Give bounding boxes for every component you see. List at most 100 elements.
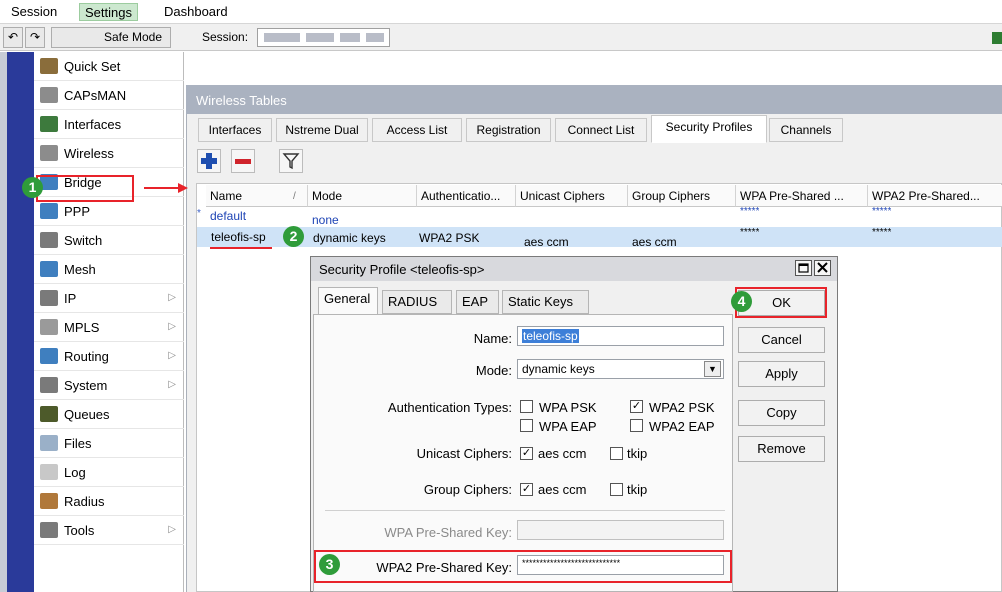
sidebar-item-label: Tools <box>64 523 95 538</box>
maximize-button[interactable] <box>795 260 812 276</box>
undo-button[interactable]: ↶ <box>3 27 23 48</box>
sidebar-item-system[interactable]: System ▷ <box>34 371 184 400</box>
sidebar-item-label: PPP <box>64 204 91 219</box>
wpa2-eap-checkbox[interactable] <box>630 419 643 432</box>
tab-registration[interactable]: Registration <box>466 118 551 142</box>
submenu-arrow-icon: ▷ <box>168 321 176 332</box>
sidebar-item-log[interactable]: Log <box>34 458 184 487</box>
sidebar-item-quick-set[interactable]: Quick Set <box>34 52 184 81</box>
plus-icon <box>201 153 217 169</box>
arrow-icon <box>144 183 188 193</box>
column-header-wpa2-key[interactable]: WPA2 Pre-Shared... <box>868 185 1002 207</box>
tab-security-profiles[interactable]: Security Profiles <box>651 115 767 143</box>
folder-icon <box>40 435 58 451</box>
safe-mode-button[interactable]: Safe Mode <box>51 27 171 48</box>
sidebar-item-label: Quick Set <box>64 59 121 74</box>
interfaces-icon <box>40 116 58 132</box>
group-tkip-checkbox[interactable] <box>610 483 623 496</box>
group-aes-checkbox[interactable]: ✓ <box>520 483 533 496</box>
row-wpa: ***** <box>740 227 760 238</box>
sidebar-item-files[interactable]: Files <box>34 429 184 458</box>
tab-nstreme-dual[interactable]: Nstreme Dual <box>276 118 368 142</box>
column-header-group-ciphers[interactable]: Group Ciphers <box>628 185 736 207</box>
step-badge-2: 2 <box>283 226 304 247</box>
sidebar-item-label: System <box>64 378 108 393</box>
add-button[interactable] <box>197 149 221 173</box>
sidebar-item-label: Log <box>64 465 86 480</box>
column-header-wpa-key[interactable]: WPA Pre-Shared ... <box>736 185 868 207</box>
sidebar-item-mpls[interactable]: MPLS ▷ <box>34 313 184 342</box>
close-icon <box>817 262 828 273</box>
sidebar-item-wireless[interactable]: Wireless <box>34 139 184 168</box>
close-button[interactable] <box>814 260 831 276</box>
unicast-tkip-checkbox[interactable] <box>610 447 623 460</box>
menu-settings[interactable]: Settings <box>79 3 138 21</box>
row-auth: WPA2 PSK <box>419 231 480 245</box>
dialog-tab-general[interactable]: General <box>318 287 378 315</box>
highlight-wpa2-key <box>314 550 732 583</box>
submenu-arrow-icon: ▷ <box>168 292 176 303</box>
table-row[interactable]: * default none ***** ***** <box>197 206 1002 227</box>
sidebar-item-label: Routing <box>64 349 109 364</box>
sidebar-item-label: CAPsMAN <box>64 88 127 103</box>
row-name: default <box>210 209 247 223</box>
sidebar-item-label: Radius <box>64 494 105 509</box>
table-row-selected[interactable]: teleofis-sp dynamic keys WPA2 PSK aes cc… <box>197 227 1002 249</box>
remove-profile-button[interactable]: Remove <box>738 436 825 462</box>
sidebar-item-mesh[interactable]: Mesh <box>34 255 184 284</box>
mpls-icon <box>40 319 58 335</box>
remove-button[interactable] <box>231 149 255 173</box>
copy-button[interactable]: Copy <box>738 400 825 426</box>
maximize-icon <box>798 263 809 273</box>
filter-button[interactable] <box>279 149 303 173</box>
tab-interfaces[interactable]: Interfaces <box>198 118 272 142</box>
antenna-icon <box>40 87 58 103</box>
unicast-ciphers-label: Unicast Ciphers: <box>416 446 512 461</box>
sidebar-item-ip[interactable]: IP ▷ <box>34 284 184 313</box>
row-unicast: aes ccm <box>524 235 569 249</box>
tab-access-list[interactable]: Access List <box>372 118 462 142</box>
sidebar-item-interfaces[interactable]: Interfaces <box>34 110 184 139</box>
sidebar-item-label: Files <box>64 436 92 451</box>
sidebar-item-label: Wireless <box>64 146 114 161</box>
window-title: Wireless Tables <box>186 85 1002 114</box>
tab-channels[interactable]: Channels <box>769 118 843 142</box>
step-badge-3: 3 <box>319 554 340 575</box>
row-underline <box>210 247 272 249</box>
sidebar-item-capsman[interactable]: CAPsMAN <box>34 81 184 110</box>
session-field[interactable] <box>257 28 390 47</box>
sidebar-item-radius[interactable]: Radius <box>34 487 184 516</box>
sidebar-item-tools[interactable]: Tools ▷ <box>34 516 184 545</box>
auth-types-label: Authentication Types: <box>387 400 512 415</box>
row-wpa2: ***** <box>872 206 892 217</box>
group-ciphers-label: Group Ciphers: <box>423 482 512 497</box>
cancel-button[interactable]: Cancel <box>738 327 825 353</box>
sidebar-item-queues[interactable]: Queues <box>34 400 184 429</box>
dialog-tab-static-keys[interactable]: Static Keys <box>502 290 589 314</box>
toolbar: ↶ ↷ Safe Mode Session: <box>0 24 1002 51</box>
mode-select[interactable]: dynamic keys ▼ <box>517 359 724 379</box>
tab-connect-list[interactable]: Connect List <box>555 118 647 142</box>
wpa-psk-checkbox[interactable] <box>520 400 533 413</box>
radius-icon <box>40 493 58 509</box>
column-header-mode[interactable]: Mode <box>308 185 417 207</box>
sidebar-item-routing[interactable]: Routing ▷ <box>34 342 184 371</box>
wpa2-psk-checkbox[interactable]: ✓ <box>630 400 643 413</box>
dialog-tab-eap[interactable]: EAP <box>456 290 499 314</box>
column-header-unicast-ciphers[interactable]: Unicast Ciphers <box>516 185 628 207</box>
sidebar-item-label: Switch <box>64 233 103 248</box>
wpa-key-field[interactable] <box>517 520 724 540</box>
name-field[interactable]: teleofis-sp <box>517 326 724 346</box>
dropdown-arrow-icon[interactable]: ▼ <box>704 361 721 377</box>
sidebar-brand-strip <box>7 52 34 592</box>
sidebar-item-switch[interactable]: Switch <box>34 226 184 255</box>
redo-button[interactable]: ↷ <box>25 27 45 48</box>
menu-session[interactable]: Session <box>6 3 62 21</box>
routing-icon <box>40 348 58 364</box>
menu-dashboard[interactable]: Dashboard <box>159 3 233 21</box>
column-header-authentication[interactable]: Authenticatio... <box>417 185 516 207</box>
dialog-tab-radius[interactable]: RADIUS <box>382 290 452 314</box>
unicast-aes-checkbox[interactable]: ✓ <box>520 447 533 460</box>
wpa-eap-checkbox[interactable] <box>520 419 533 432</box>
apply-button[interactable]: Apply <box>738 361 825 387</box>
